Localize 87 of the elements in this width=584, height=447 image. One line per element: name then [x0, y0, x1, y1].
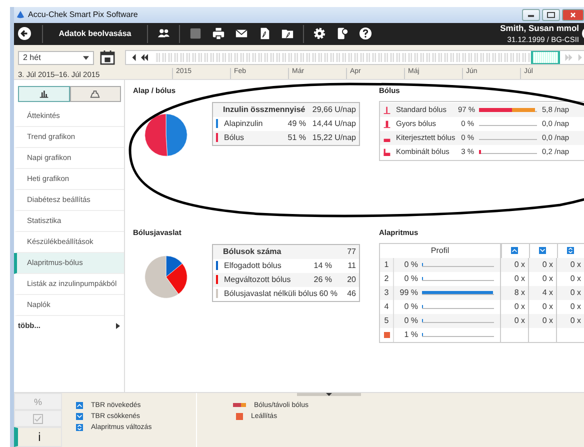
table-cell-text: 1 %	[403, 330, 418, 340]
table-cell-text: 46	[346, 289, 356, 298]
table-cell: 5	[384, 316, 389, 326]
table-cell: 0 x	[570, 316, 581, 326]
table-cell-text: Bólusok száma	[222, 247, 282, 256]
stop-marker-icon	[384, 332, 390, 338]
minimize-button[interactable]	[522, 8, 540, 21]
close-button[interactable]	[562, 8, 584, 21]
table-cell: 0 x	[514, 274, 525, 284]
table-cell-text: 60 %	[318, 289, 338, 298]
standard-bolus-icon	[383, 106, 391, 114]
table-cell: 0 x	[570, 260, 581, 270]
read-data-button[interactable]: Adatok beolvasása	[47, 29, 143, 38]
table-cell-text: 99 %	[398, 288, 418, 298]
pdf-icon[interactable]	[258, 27, 271, 40]
table-cell: 1	[384, 260, 389, 270]
down-arrow-icon	[76, 412, 83, 420]
bag-icon	[90, 90, 100, 98]
table-cell: 0 x	[542, 316, 553, 326]
table-cell-text: 20	[346, 275, 356, 284]
up-down-arrow-icon	[566, 247, 574, 254]
table-cell-text: 77	[346, 247, 356, 256]
table-cell: 4	[384, 302, 389, 312]
bolus-bar-icon	[233, 403, 246, 407]
table-cell: 0 x	[514, 260, 525, 270]
table-cell-text: 0 %	[403, 260, 418, 270]
close-icon	[570, 12, 576, 18]
table-cell-text: 14,44 U/nap	[311, 119, 356, 128]
pdf-folder-icon[interactable]	[281, 27, 294, 40]
table-cell: 0 x	[570, 274, 581, 284]
timeline-selection-handle[interactable]	[531, 51, 560, 64]
caret-icon[interactable]	[83, 56, 89, 60]
table-cell-text: 15,22 U/nap	[311, 133, 356, 142]
up-down-arrow-icon	[76, 424, 83, 430]
table-cell: 0 x	[570, 288, 581, 298]
table-cell: 0 x	[542, 302, 553, 312]
table-cell-text: 11	[346, 261, 356, 270]
triangle-right-icon	[116, 322, 120, 329]
table-cell-text: Inzulin összmennyisé	[222, 105, 306, 114]
up-arrow-icon	[510, 247, 518, 254]
table-cell: 0 x	[514, 302, 525, 312]
check-tab[interactable]	[14, 410, 62, 427]
app-icon	[16, 10, 25, 20]
table-cell-text: 0 %	[403, 274, 418, 284]
table-cell-text: Elfogadott bólus	[224, 261, 282, 270]
table-cell: 0 x	[570, 302, 581, 312]
checkbox-icon	[33, 414, 43, 424]
window-title: Accu-Chek Smart Pix Software	[28, 10, 138, 20]
info-tab[interactable]: i	[14, 427, 62, 447]
timeline-track[interactable]	[125, 50, 584, 66]
table-cell-text: 26 %	[312, 275, 332, 284]
table-cell-text: Megváltozott bólus	[224, 275, 292, 284]
table-cell-text: 49 %	[286, 119, 306, 128]
pie-slice	[144, 113, 168, 156]
table-cell: 2	[384, 274, 389, 284]
bar-chart-view-tab[interactable]	[18, 86, 70, 102]
combined-bolus-icon	[383, 148, 391, 156]
quick-bolus-icon	[383, 120, 391, 128]
period-dropdown[interactable]: 2 hét	[18, 50, 94, 65]
print-icon[interactable]	[212, 27, 225, 40]
settings-icon[interactable]	[313, 27, 326, 40]
back-icon[interactable]	[18, 27, 31, 40]
table-cell-text: 51 %	[286, 133, 306, 142]
table-cell-text: Bólus	[224, 133, 246, 142]
table-cell: 0 x	[542, 260, 553, 270]
calendar-icon[interactable]	[100, 50, 115, 66]
up-arrow-icon	[76, 402, 83, 408]
table-cell-text: 0 %	[403, 302, 418, 312]
table-cell: 0 x	[514, 316, 525, 326]
table-cell: 3	[384, 288, 389, 298]
table-cell: 8 x	[514, 288, 525, 298]
help-icon[interactable]	[359, 27, 372, 40]
pie-slice	[166, 113, 188, 156]
table-cell-text: 29,66 U/nap	[311, 105, 356, 114]
table-cell: 4 x	[542, 288, 553, 298]
down-arrow-icon	[538, 247, 546, 254]
table-cell: Bólusjavaslat nélküli bólus	[224, 289, 318, 298]
panel-collapse-handle[interactable]	[297, 393, 361, 396]
table-cell-text: Alapinzulin	[224, 119, 264, 128]
table-cell: 0 x	[542, 274, 553, 284]
stop-marker-icon	[236, 412, 243, 420]
table-cell-text: 14 %	[312, 261, 332, 270]
table-cell-text: 0 %	[403, 316, 418, 326]
device-settings-icon[interactable]	[336, 27, 349, 40]
patient-name: Smith, Susan mmol	[500, 23, 579, 34]
maximize-button[interactable]	[542, 8, 560, 21]
bar-chart-icon	[38, 90, 49, 98]
